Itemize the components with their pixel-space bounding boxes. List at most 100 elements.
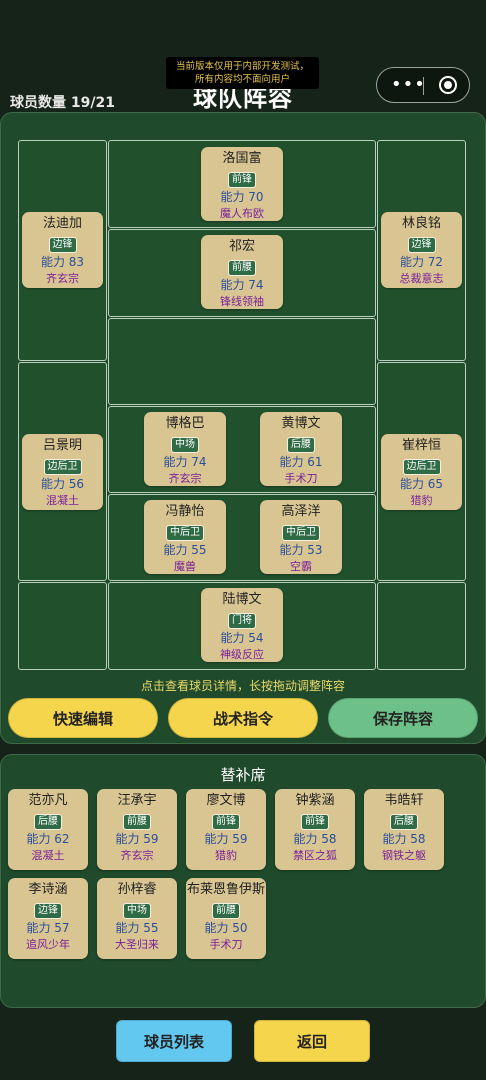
player-skill: 禁区之狐 (293, 849, 337, 862)
player-skill: 齐玄宗 (168, 472, 202, 485)
player-ability: 能力 74 (163, 455, 207, 469)
player-skill: 钢铁之躯 (382, 849, 426, 862)
player-card-pogba[interactable]: 博格巴 中场 能力 74 齐玄宗 (144, 412, 226, 486)
player-name: 汪承宇 (117, 793, 157, 808)
player-card-goalkeeper[interactable]: 陆博文 门将 能力 54 神级反应 (201, 588, 283, 662)
player-skill: 空霸 (290, 560, 312, 573)
player-name: 李诗涵 (28, 882, 68, 897)
player-skill: 齐玄宗 (46, 272, 79, 285)
player-ability: 能力 57 (26, 921, 70, 935)
player-ability: 能力 58 (293, 832, 337, 846)
position-badge: 边后卫 (43, 459, 82, 475)
position-badge: 中场 (123, 903, 151, 919)
zone-corner-right (377, 582, 466, 670)
player-ability: 能力 59 (115, 832, 159, 846)
player-skill: 神级反应 (220, 648, 264, 661)
player-skill: 追风少年 (26, 938, 70, 951)
position-badge: 前腰 (228, 260, 256, 276)
player-ability: 能力 62 (26, 832, 70, 846)
position-badge: 边锋 (34, 903, 62, 919)
position-badge: 后腰 (287, 437, 315, 453)
player-ability: 能力 54 (220, 631, 264, 645)
player-name: 黄博文 (281, 416, 321, 431)
player-skill: 魔兽 (174, 560, 196, 573)
position-badge: 前锋 (212, 814, 240, 830)
player-card-hbw[interactable]: 黄博文 后腰 能力 61 手术刀 (260, 412, 342, 486)
player-skill: 大圣归来 (115, 938, 159, 951)
bench-card[interactable]: 钟紫涵 前锋 能力 58 禁区之狐 (275, 789, 355, 870)
tactics-button[interactable]: 战术指令 (168, 698, 318, 738)
player-card-ljm[interactable]: 吕景明 边后卫 能力 56 混凝土 (22, 434, 103, 510)
player-name: 博格巴 (165, 416, 205, 431)
player-ability: 能力 70 (220, 190, 264, 204)
bench-card[interactable]: 孙梓睿 中场 能力 55 大圣归来 (97, 878, 177, 959)
player-ability: 能力 55 (163, 543, 207, 557)
player-card-lgf[interactable]: 洛国富 前锋 能力 70 魔人布欧 (201, 147, 283, 221)
position-badge: 中后卫 (166, 525, 204, 541)
player-list-button[interactable]: 球员列表 (116, 1020, 232, 1062)
player-ability: 能力 61 (279, 455, 323, 469)
player-name: 韦皓轩 (384, 793, 424, 808)
player-card-gzy[interactable]: 高泽洋 中后卫 能力 53 空霸 (260, 500, 342, 574)
player-name: 崔梓恒 (401, 438, 441, 453)
bench-card[interactable]: 廖文博 前锋 能力 59 猎豹 (186, 789, 266, 870)
player-name: 洛国富 (222, 151, 262, 166)
player-ability: 能力 53 (279, 543, 323, 557)
player-skill: 锋线领袖 (220, 295, 264, 308)
bench-title: 替补席 (220, 766, 266, 784)
player-name: 孙梓睿 (117, 882, 157, 897)
position-badge: 边锋 (48, 237, 77, 253)
player-name: 陆博文 (222, 592, 262, 607)
player-ability: 能力 58 (382, 832, 426, 846)
save-lineup-button[interactable]: 保存阵容 (328, 698, 478, 738)
position-badge: 后腰 (390, 814, 418, 830)
player-ability: 能力 59 (204, 832, 248, 846)
bench-card[interactable]: 范亦凡 后腰 能力 62 混凝土 (8, 789, 88, 870)
player-card-fdj[interactable]: 法迪加 边锋 能力 83 齐玄宗 (22, 212, 103, 288)
player-name: 高泽洋 (281, 504, 321, 519)
player-card-llm[interactable]: 林良铭 边锋 能力 72 总裁意志 (381, 212, 462, 288)
bench-card[interactable]: 汪承宇 前腰 能力 59 齐玄宗 (97, 789, 177, 870)
position-badge: 前腰 (212, 903, 240, 919)
dev-notice: 当前版本仅用于内部开发测试， 所有内容均不面向用户 (166, 57, 319, 89)
position-badge: 边后卫 (402, 459, 441, 475)
player-skill: 猎豹 (215, 849, 237, 862)
player-ability: 能力 83 (40, 255, 85, 269)
player-skill: 手术刀 (284, 472, 318, 485)
player-name: 廖文博 (206, 793, 246, 808)
dev-notice-line2: 所有内容均不面向用户 (194, 74, 290, 85)
bench-card[interactable]: 韦皓轩 后腰 能力 58 钢铁之躯 (364, 789, 444, 870)
player-name: 范亦凡 (28, 793, 68, 808)
player-card-fjy[interactable]: 冯静怡 中后卫 能力 55 魔兽 (144, 500, 226, 574)
dev-notice-line1: 当前版本仅用于内部开发测试， (175, 61, 309, 72)
player-name: 布莱恩鲁伊斯 (186, 882, 265, 897)
position-badge: 边锋 (407, 237, 436, 253)
position-badge: 中后卫 (282, 525, 320, 541)
zone-empty-mid[interactable] (108, 318, 376, 405)
quick-edit-button[interactable]: 快速编辑 (8, 698, 158, 738)
player-name: 冯静怡 (165, 504, 205, 519)
player-skill: 手术刀 (209, 938, 243, 951)
player-name: 吕景明 (42, 438, 82, 453)
player-skill: 猎豹 (410, 494, 433, 507)
back-button[interactable]: 返回 (254, 1020, 370, 1062)
bench-card[interactable]: 布莱恩鲁伊斯 前腰 能力 50 手术刀 (186, 878, 266, 959)
position-badge: 后腰 (34, 814, 62, 830)
player-ability: 能力 56 (40, 477, 85, 491)
player-ability: 能力 65 (399, 477, 444, 491)
position-badge: 门将 (228, 613, 256, 629)
player-name: 法迪加 (42, 216, 82, 231)
zone-corner-left (18, 582, 107, 670)
player-card-czh[interactable]: 崔梓恒 边后卫 能力 65 猎豹 (381, 434, 462, 510)
position-badge: 前锋 (301, 814, 329, 830)
position-badge: 中场 (171, 437, 199, 453)
position-badge: 前锋 (228, 172, 256, 188)
player-skill: 混凝土 (46, 494, 79, 507)
player-card-qh[interactable]: 祁宏 前腰 能力 74 锋线领袖 (201, 235, 283, 309)
position-badge: 前腰 (123, 814, 151, 830)
player-ability: 能力 50 (204, 921, 248, 935)
player-skill: 混凝土 (31, 849, 65, 862)
player-name: 钟紫涵 (295, 793, 335, 808)
bench-card[interactable]: 李诗涵 边锋 能力 57 追风少年 (8, 878, 88, 959)
player-name: 林良铭 (401, 216, 441, 231)
